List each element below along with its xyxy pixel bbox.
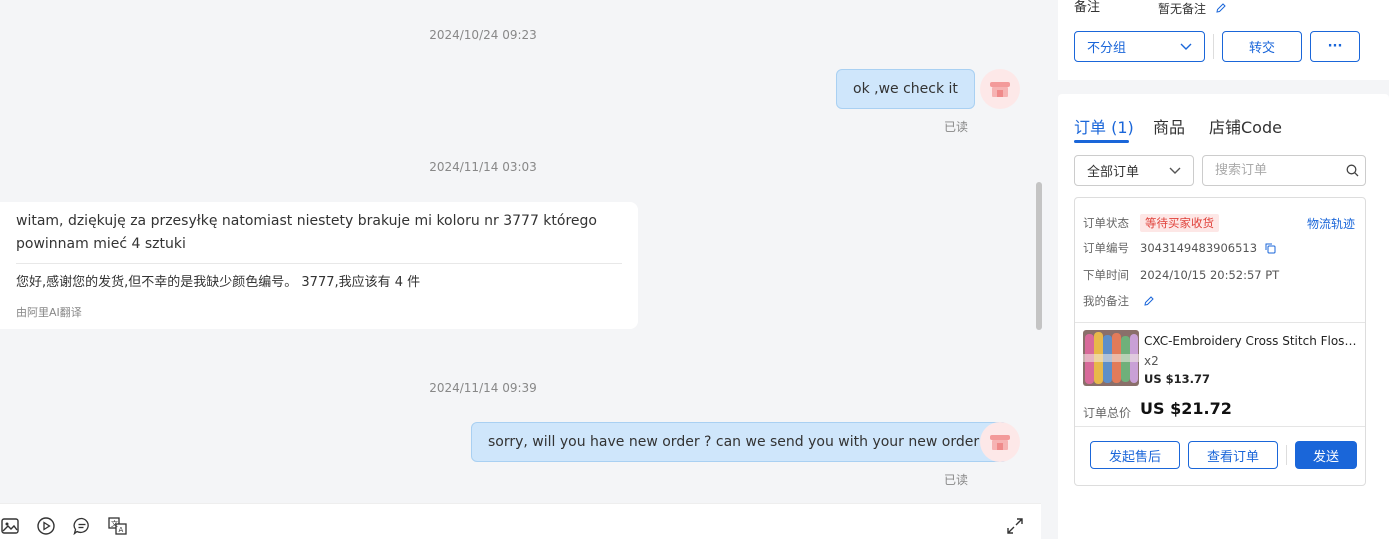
order-number-row: 订单编号 3043149483906513 [1083, 240, 1276, 256]
video-icon[interactable] [36, 516, 56, 536]
message-timestamp: 2024/10/24 09:23 [429, 28, 537, 42]
translation-divider [16, 263, 622, 264]
store-icon [990, 82, 1010, 97]
expand-icon[interactable] [1005, 516, 1025, 536]
svg-text:文: 文 [111, 519, 118, 528]
chat-toolbar: 文A [0, 503, 1041, 539]
tab-orders[interactable]: 订单 (1) [1074, 114, 1134, 138]
product-thumbnail[interactable] [1083, 330, 1139, 386]
customer-info-panel: 备注 暂无备注 不分组 转交 ··· [1058, 0, 1389, 80]
toolbar-divider [1213, 34, 1214, 59]
svg-text:A: A [119, 526, 124, 534]
order-search-input[interactable] [1202, 155, 1366, 186]
order-total-value: US $21.72 [1140, 399, 1232, 418]
view-order-button[interactable]: 查看订单 [1188, 441, 1278, 469]
store-icon [990, 435, 1010, 450]
translation-source: 由阿里AI翻译 [16, 306, 82, 319]
send-order-button[interactable]: 发送 [1295, 441, 1357, 469]
read-status: 已读 [944, 120, 969, 134]
order-card: 订单状态 等待买家收货 物流轨迹 订单编号 3043149483906513 下… [1074, 197, 1366, 486]
order-time-row: 下单时间 2024/10/15 20:52:57 PT [1083, 267, 1279, 283]
note-value-text: 暂无备注 [1158, 2, 1207, 16]
product-title[interactable]: CXC-Embroidery Cross Stitch Floss T... [1144, 334, 1360, 348]
message-bubble-incoming: witam, dziękuję za przesyłkę natomiast n… [0, 202, 638, 329]
card-divider [1075, 322, 1365, 323]
note-label: 备注 [1074, 0, 1101, 15]
chevron-down-icon [1169, 167, 1181, 174]
button-divider [1286, 445, 1287, 465]
store-avatar [980, 422, 1020, 462]
after-sale-button[interactable]: 发起售后 [1090, 441, 1180, 469]
message-bubble-outgoing: ok ,we check it [836, 69, 975, 109]
more-button[interactable]: ··· [1310, 31, 1360, 62]
tab-store-code[interactable]: 店铺Code [1209, 114, 1282, 138]
original-message-text: witam, dziękuję za przesyłkę natomiast n… [16, 213, 597, 252]
card-divider [1075, 426, 1365, 427]
chevron-down-icon [1180, 43, 1192, 50]
order-number-label: 订单编号 [1083, 241, 1129, 255]
order-total-label: 订单总价 [1083, 406, 1132, 420]
order-time-label: 下单时间 [1083, 268, 1129, 282]
translated-message-text: 您好,感谢您的发货,但不幸的是我缺少颜色编号。 3777,我应该有 4 件 [16, 275, 421, 290]
copy-icon[interactable] [1265, 243, 1276, 254]
chat-panel: 2024/10/24 09:23 ok ,we check it 已读 2024… [0, 0, 1043, 539]
order-time-value: 2024/10/15 20:52:57 PT [1140, 268, 1280, 282]
logistics-link[interactable]: 物流轨迹 [1307, 215, 1355, 232]
message-bubble-outgoing: sorry, will you have new order ? can we … [471, 422, 1008, 462]
chat-scrollbar[interactable] [1036, 182, 1042, 330]
group-select[interactable]: 不分组 [1074, 31, 1205, 62]
order-status-row: 订单状态 等待买家收货 [1083, 214, 1219, 232]
order-status-badge: 等待买家收货 [1140, 214, 1219, 232]
store-avatar [980, 69, 1020, 109]
quick-reply-icon[interactable] [72, 516, 92, 536]
read-status: 已读 [944, 473, 969, 487]
order-panel: 订单 (1) 商品 店铺Code 全部订单 订单状态 等待买家收货 物流轨迹 订… [1058, 94, 1389, 539]
product-price: US $13.77 [1144, 372, 1211, 386]
active-tab-indicator [1074, 140, 1129, 143]
group-select-value: 不分组 [1087, 41, 1127, 56]
edit-icon[interactable] [1215, 2, 1227, 14]
order-number-value: 3043149483906513 [1140, 241, 1258, 255]
tab-products[interactable]: 商品 [1153, 114, 1185, 138]
order-filter-select[interactable]: 全部订单 [1074, 155, 1194, 186]
order-remark-label: 我的备注 [1083, 294, 1129, 308]
product-quantity: x2 [1144, 354, 1159, 368]
image-icon[interactable] [0, 516, 20, 536]
translate-icon[interactable]: 文A [108, 516, 128, 536]
edit-icon[interactable] [1143, 295, 1155, 307]
message-timestamp: 2024/11/14 09:39 [429, 381, 537, 395]
search-icon[interactable] [1346, 164, 1359, 177]
note-value: 暂无备注 [1158, 0, 1227, 17]
order-remark-row: 我的备注 [1083, 293, 1155, 309]
order-status-label: 订单状态 [1083, 216, 1129, 230]
order-filter-value: 全部订单 [1087, 165, 1140, 180]
transfer-button[interactable]: 转交 [1222, 31, 1302, 62]
message-timestamp: 2024/11/14 03:03 [429, 160, 537, 174]
